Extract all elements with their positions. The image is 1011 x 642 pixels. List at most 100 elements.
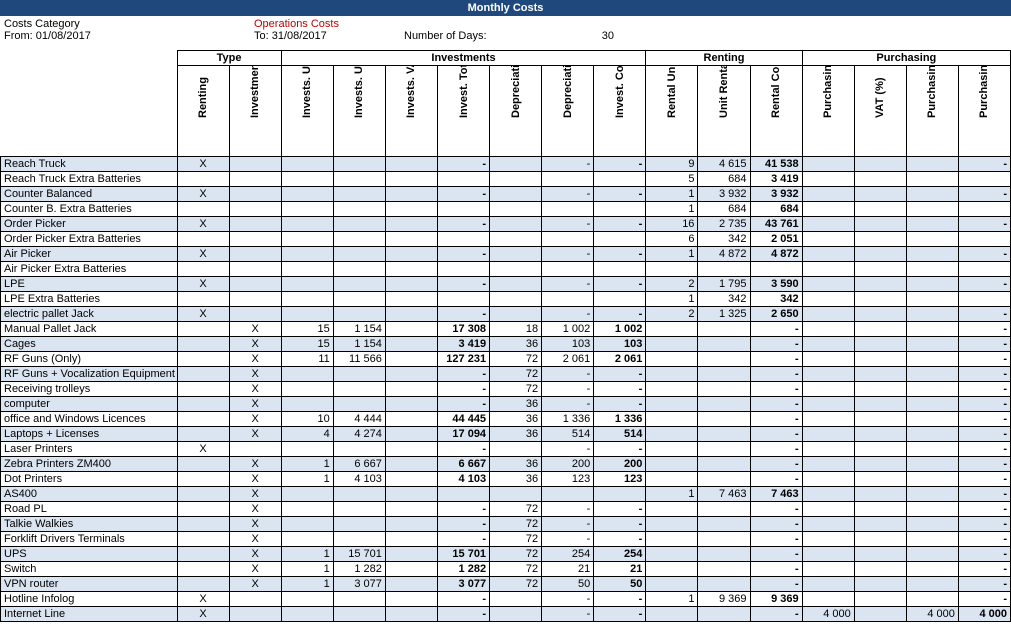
cell: - bbox=[958, 187, 1010, 202]
cell: X bbox=[177, 247, 229, 262]
cell: Counter Balanced bbox=[1, 187, 178, 202]
cell bbox=[281, 442, 333, 457]
cell bbox=[698, 442, 750, 457]
cell: - bbox=[594, 367, 646, 382]
cell bbox=[333, 442, 385, 457]
cell: 2 bbox=[646, 277, 698, 292]
cell bbox=[385, 442, 437, 457]
cell bbox=[281, 157, 333, 172]
cell bbox=[854, 262, 906, 277]
cell: 1 325 bbox=[698, 307, 750, 322]
cell: 72 bbox=[490, 517, 542, 532]
cell bbox=[385, 352, 437, 367]
cell bbox=[281, 607, 333, 622]
cell: - bbox=[594, 307, 646, 322]
cell: - bbox=[750, 502, 802, 517]
col-header: Depreciation period bbox=[490, 66, 542, 157]
cell: 684 bbox=[698, 172, 750, 187]
col-header: Rental Units bbox=[646, 66, 698, 157]
cell bbox=[958, 232, 1010, 247]
cell: - bbox=[542, 187, 594, 202]
cell: 4 103 bbox=[333, 472, 385, 487]
cell: X bbox=[177, 157, 229, 172]
cell bbox=[906, 382, 958, 397]
cell: 254 bbox=[542, 547, 594, 562]
cell bbox=[490, 202, 542, 217]
cell bbox=[802, 412, 854, 427]
cell bbox=[229, 247, 281, 262]
cell: - bbox=[437, 532, 489, 547]
cell bbox=[385, 157, 437, 172]
cell bbox=[854, 247, 906, 262]
cell: Manual Pallet Jack bbox=[1, 322, 178, 337]
cell bbox=[854, 412, 906, 427]
cell: X bbox=[229, 532, 281, 547]
cell: 72 bbox=[490, 382, 542, 397]
cell: - bbox=[750, 322, 802, 337]
cell bbox=[594, 487, 646, 502]
cell: - bbox=[958, 247, 1010, 262]
cell: - bbox=[750, 457, 802, 472]
cell bbox=[177, 472, 229, 487]
cell: - bbox=[750, 412, 802, 427]
table-row: UPSX115 70115 70172254254-- bbox=[1, 547, 1011, 562]
cell: - bbox=[594, 532, 646, 547]
cell: UPS bbox=[1, 547, 178, 562]
cell bbox=[698, 337, 750, 352]
cell bbox=[490, 217, 542, 232]
cell bbox=[802, 217, 854, 232]
col-header: Invest. Total Cost at Purchase bbox=[437, 66, 489, 157]
cell: - bbox=[542, 157, 594, 172]
cell bbox=[906, 442, 958, 457]
cell bbox=[281, 367, 333, 382]
table-row: Hotline InfologX---19 3699 369- bbox=[1, 592, 1011, 607]
cell bbox=[490, 292, 542, 307]
cell: X bbox=[177, 607, 229, 622]
cell bbox=[854, 562, 906, 577]
cell bbox=[229, 442, 281, 457]
table-row: Internet LineX----4 0004 0004 000 bbox=[1, 607, 1011, 622]
col-header: Invests. VAT (%) bbox=[385, 66, 437, 157]
cell: 1 bbox=[646, 187, 698, 202]
table-row: office and Windows LicencesX104 44444 44… bbox=[1, 412, 1011, 427]
cell: - bbox=[958, 547, 1010, 562]
cell: 72 bbox=[490, 502, 542, 517]
cell: 15 701 bbox=[333, 547, 385, 562]
cell bbox=[906, 547, 958, 562]
cell: RF Guns (Only) bbox=[1, 352, 178, 367]
cell bbox=[437, 487, 489, 502]
cell bbox=[385, 472, 437, 487]
cell bbox=[385, 457, 437, 472]
cell bbox=[802, 367, 854, 382]
cell: X bbox=[177, 187, 229, 202]
cell bbox=[854, 457, 906, 472]
cell: 36 bbox=[490, 397, 542, 412]
cell bbox=[177, 517, 229, 532]
cell bbox=[646, 427, 698, 442]
cell bbox=[385, 307, 437, 322]
cell: 2 735 bbox=[698, 217, 750, 232]
cell bbox=[177, 397, 229, 412]
table-body: Reach TruckX---94 61541 538-Reach Truck … bbox=[1, 157, 1011, 622]
cell: - bbox=[958, 442, 1010, 457]
cell bbox=[385, 277, 437, 292]
cell: Counter B. Extra Batteries bbox=[1, 202, 178, 217]
cell: 10 bbox=[281, 412, 333, 427]
cell bbox=[229, 592, 281, 607]
cell: 1 bbox=[646, 592, 698, 607]
cell bbox=[333, 397, 385, 412]
cell: - bbox=[437, 217, 489, 232]
cell bbox=[750, 262, 802, 277]
cell bbox=[906, 397, 958, 412]
page-title: Monthly Costs bbox=[0, 0, 1011, 16]
cell bbox=[906, 517, 958, 532]
cell bbox=[281, 397, 333, 412]
group-investments: Investments bbox=[281, 51, 646, 66]
cell: 103 bbox=[542, 337, 594, 352]
cell: Road PL bbox=[1, 502, 178, 517]
cell bbox=[281, 517, 333, 532]
cell: 17 094 bbox=[437, 427, 489, 442]
cell bbox=[698, 382, 750, 397]
cell: - bbox=[542, 217, 594, 232]
cell bbox=[906, 292, 958, 307]
